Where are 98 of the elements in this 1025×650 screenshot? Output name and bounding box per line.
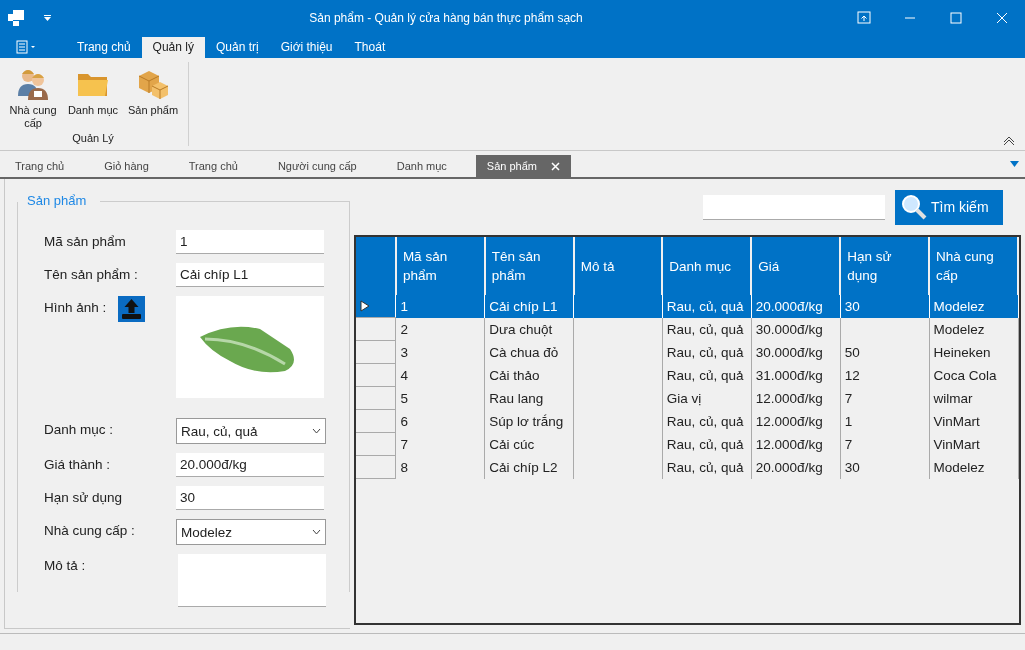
table-cell: VinMart (929, 432, 1018, 456)
ribbon-tab[interactable]: Thoát (343, 37, 397, 58)
table-cell: 30.000đ/kg (751, 317, 841, 341)
window-title: Sản phẩm - Quản lý cửa hàng bán thực phẩm sạch (308, 11, 584, 25)
chevron-down-icon (312, 428, 321, 434)
table-cell: Modelez (929, 455, 1018, 479)
field-label: Hạn sử dụng (44, 489, 124, 505)
field-label: Mô tả : (44, 557, 87, 573)
field-label: Giá thành : (44, 456, 112, 472)
table-cell: 2 (395, 317, 485, 341)
table-cell: 30 (840, 455, 930, 479)
table-cell: Heineken (929, 340, 1018, 364)
table-cell: Rau, củ, quả (662, 317, 752, 341)
column-header[interactable]: Mô tả (573, 237, 663, 295)
table-cell: 12 (840, 363, 930, 387)
text-field[interactable]: 1 (176, 230, 324, 254)
table-cell: Rau lang (484, 386, 574, 410)
table-cell: 5 (395, 386, 485, 410)
text-field[interactable]: Cải chíp L1 (176, 263, 324, 287)
table-cell: Modelez (929, 295, 1018, 318)
file-menu-icon[interactable] (14, 40, 38, 54)
table-cell: 1 (395, 295, 485, 318)
dropdown[interactable]: Modelez (176, 519, 326, 545)
column-header[interactable]: Giá (751, 237, 841, 295)
app-logo-icon (8, 10, 24, 26)
quick-access-dropdown-icon[interactable] (44, 15, 51, 21)
ribbon-tab[interactable]: Quản trị (204, 37, 270, 58)
table-cell: 31.000đ/kg (751, 363, 841, 387)
document-tab[interactable]: Người cung cấp (266, 155, 368, 177)
document-tab[interactable]: Trang chủ (4, 155, 76, 177)
document-tab[interactable]: Sản phẩm (475, 155, 571, 177)
table-cell: Cải cúc (484, 432, 574, 456)
field-label: Danh mục : (44, 421, 115, 437)
table-cell: Dưa chuột (484, 317, 574, 341)
table-cell: 12.000đ/kg (751, 386, 841, 410)
current-row-icon (360, 300, 370, 312)
table-cell: 1 (840, 409, 930, 433)
table-cell: 30 (840, 295, 930, 318)
search-button[interactable]: Tìm kiếm (895, 189, 1003, 225)
table-cell: wilmar (929, 386, 1018, 410)
ribbon-button[interactable]: Sản phẩm (126, 66, 180, 117)
close-icon[interactable] (551, 161, 560, 171)
table-cell: 12.000đ/kg (751, 432, 841, 456)
document-tab[interactable]: Giỏ hàng (93, 155, 160, 177)
table-cell: Rau, củ, quả (662, 432, 752, 456)
table-cell: 8 (395, 455, 485, 479)
ribbon-button[interactable]: Nhà cung cấp (6, 66, 60, 130)
table-cell: 3 (395, 340, 485, 364)
field-label: Hình ảnh : (44, 299, 108, 315)
table-cell: Gia vị (662, 386, 752, 410)
ribbon-button[interactable]: Danh mục (66, 66, 120, 117)
ribbon-tab[interactable]: Quản lý (141, 37, 205, 58)
field-label: Nhà cung cấp : (44, 522, 136, 538)
dropdown[interactable]: Rau, củ, quả (176, 418, 326, 444)
document-tab[interactable]: Trang chủ (177, 155, 249, 177)
table-cell: Rau, củ, quả (662, 409, 752, 433)
table-cell: 7 (840, 386, 930, 410)
table-cell: 4 (395, 363, 485, 387)
collapse-ribbon-icon[interactable] (1003, 136, 1015, 146)
table-cell: 20.000đ/kg (751, 295, 841, 318)
table-cell: Coca Cola (929, 363, 1018, 387)
text-field[interactable]: 30 (176, 486, 324, 510)
chevron-down-icon (312, 529, 321, 535)
group-label: Quản Lý (72, 132, 114, 146)
table-cell: Cải chíp L2 (484, 455, 574, 479)
table-cell: Cải thảo (484, 363, 574, 387)
column-header[interactable]: Mã sản phẩm (395, 237, 485, 295)
table-cell: Rau, củ, quả (662, 340, 752, 364)
ribbon-tab[interactable]: Giới thiệu (269, 37, 344, 58)
table-cell: 7 (840, 432, 930, 456)
table-cell: 50 (840, 340, 930, 364)
table-cell: 7 (395, 432, 485, 456)
upload-icon[interactable] (118, 296, 145, 322)
column-header[interactable]: Nhà cung cấp (929, 237, 1018, 295)
field-label: Mã sản phẩm (44, 233, 127, 249)
column-header[interactable]: Danh mục (662, 237, 752, 295)
field-label: Tên sản phẩm : (44, 266, 139, 282)
table-cell: Rau, củ, quả (662, 363, 752, 387)
table-cell: Modelez (929, 317, 1018, 341)
table-cell: Cải chíp L1 (484, 295, 574, 318)
ribbon-tab[interactable]: Trang chủ (66, 37, 142, 58)
table-cell: VinMart (929, 409, 1018, 433)
document-tab[interactable]: Danh mục (385, 155, 458, 177)
search-field[interactable] (703, 194, 885, 220)
table-cell: 6 (395, 409, 485, 433)
search-icon (901, 194, 927, 220)
column-header[interactable]: Tên sản phẩm (484, 237, 574, 295)
table-cell: Súp lơ trắng (484, 409, 574, 433)
text-field[interactable]: 20.000đ/kg (176, 453, 324, 477)
table-cell: Rau, củ, quả (662, 455, 752, 479)
dropdown-arrow-icon[interactable] (1010, 161, 1019, 167)
table-cell: 30.000đ/kg (751, 340, 841, 364)
table-cell: 12.000đ/kg (751, 409, 841, 433)
group-title: Sản phẩm (26, 193, 88, 208)
table-cell: 20.000đ/kg (751, 455, 841, 479)
table-cell: Rau, củ, quả (662, 295, 752, 318)
table-cell: Cà chua đỏ (484, 340, 574, 364)
column-header[interactable]: Hạn sử dụng (840, 237, 930, 295)
